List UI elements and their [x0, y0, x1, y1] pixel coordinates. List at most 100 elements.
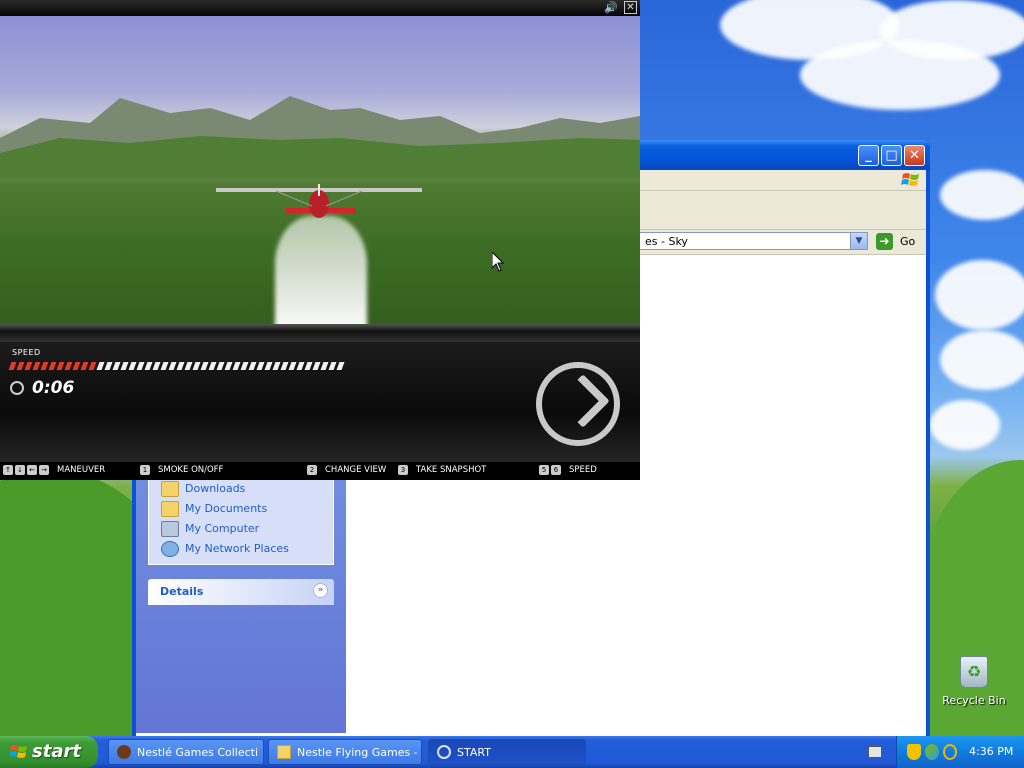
- speed-segment-empty: [96, 362, 105, 370]
- speed-segment-empty: [160, 362, 169, 370]
- details-label: Details: [160, 585, 204, 598]
- speed-segment-empty: [216, 362, 225, 370]
- control-label: SMOKE ON/OFF: [158, 465, 224, 475]
- recycle-bin-label: Recycle Bin: [942, 694, 1006, 707]
- key-group: ↑ ↓ ← →: [3, 465, 51, 478]
- cloud: [935, 260, 1024, 330]
- speaker-icon[interactable]: 🔊: [604, 1, 618, 14]
- game-divider: [0, 324, 640, 342]
- speed-segment-empty: [264, 362, 273, 370]
- speed-segment-empty: [248, 362, 257, 370]
- documents-icon: [161, 501, 179, 517]
- place-my-network-places[interactable]: My Network Places: [161, 540, 331, 558]
- control-smoke: 1 SMOKE ON/OFF: [140, 465, 223, 477]
- other-places-panel: Downloads My Documents My Computer My Ne…: [148, 479, 334, 565]
- taskbar-item-nestle-flying-games[interactable]: Nestle Flying Games -...: [268, 739, 422, 765]
- key-group: 3: [398, 465, 410, 478]
- go-label: Go: [900, 235, 916, 248]
- cloud: [940, 330, 1024, 390]
- address-text: es - Sky: [645, 235, 688, 248]
- speed-segment-empty: [120, 362, 129, 370]
- speed-segment-empty: [168, 362, 177, 370]
- start-button[interactable]: start: [0, 736, 98, 768]
- task-label: Nestle Flying Games -...: [297, 746, 417, 759]
- mouse-cursor-icon: [492, 252, 504, 272]
- keyboard-icon[interactable]: [868, 746, 882, 758]
- security-shield-icon[interactable]: [907, 744, 921, 760]
- speed-segment-filled: [88, 362, 97, 370]
- play-arrow-icon[interactable]: [536, 362, 620, 446]
- network-icon: [161, 541, 179, 557]
- folder-icon: [277, 745, 291, 759]
- chevron-down-icon[interactable]: ▼: [850, 233, 867, 249]
- windows-logo-icon: [10, 745, 27, 758]
- control-label: MANEUVER: [57, 465, 106, 475]
- control-maneuver: ↑ ↓ ← → MANEUVER: [3, 465, 105, 477]
- windows-logo-icon: [900, 171, 922, 189]
- maximize-button[interactable]: □: [881, 145, 902, 166]
- speed-segment-empty: [208, 362, 217, 370]
- speed-segment-empty: [128, 362, 137, 370]
- arrow-right-icon: ➜: [876, 233, 893, 250]
- clock-icon: [10, 381, 24, 395]
- minimize-button[interactable]: _: [858, 145, 879, 166]
- speed-segment-empty: [192, 362, 201, 370]
- speed-segment-filled: [16, 362, 25, 370]
- speed-segment-filled: [48, 362, 57, 370]
- speed-segment-empty: [224, 362, 233, 370]
- cloud: [880, 0, 1024, 60]
- speed-segment-empty: [232, 362, 241, 370]
- place-label: My Network Places: [185, 542, 289, 555]
- speed-segment-filled: [24, 362, 33, 370]
- control-speed: 5 6 SPEED: [539, 465, 597, 477]
- control-label: SPEED: [569, 465, 597, 475]
- key-group: 56: [539, 465, 563, 478]
- chevron-down-icon[interactable]: »: [313, 583, 328, 598]
- smoke-trail: [275, 216, 367, 324]
- key-badge: ↓: [15, 465, 25, 475]
- speed-segment-filled: [64, 362, 73, 370]
- speed-segment-empty: [112, 362, 121, 370]
- cloud: [940, 170, 1024, 220]
- speed-segment-empty: [144, 362, 153, 370]
- speed-segment-filled: [72, 362, 81, 370]
- key-group: 2: [307, 465, 319, 478]
- control-change-view: 2 CHANGE VIEW: [307, 465, 386, 477]
- speed-segment-empty: [136, 362, 145, 370]
- taskbar-item-nestle-games-collection[interactable]: Nestlé Games Collecti...: [108, 739, 264, 765]
- start-label: start: [32, 741, 81, 762]
- place-label: Downloads: [185, 482, 246, 495]
- task-label: START: [457, 746, 491, 759]
- speed-segment-empty: [184, 362, 193, 370]
- place-downloads[interactable]: Downloads: [161, 480, 331, 498]
- key-badge: 5: [539, 465, 549, 475]
- search-icon[interactable]: [943, 744, 957, 760]
- speed-segment-empty: [256, 362, 265, 370]
- recycle-bin[interactable]: ♻ Recycle Bin: [942, 656, 1006, 712]
- mountain-range: [0, 96, 640, 178]
- key-badge: 3: [398, 465, 408, 475]
- speed-segment-empty: [320, 362, 329, 370]
- place-my-computer[interactable]: My Computer: [161, 520, 331, 538]
- close-button[interactable]: ✕: [904, 145, 925, 166]
- key-group: 1: [140, 465, 152, 478]
- key-badge: ←: [27, 465, 37, 475]
- place-my-documents[interactable]: My Documents: [161, 500, 331, 518]
- network-icon[interactable]: [925, 744, 939, 760]
- timer: 0:06: [32, 378, 75, 398]
- speed-segment-empty: [240, 362, 249, 370]
- speed-segment-empty: [336, 362, 345, 370]
- taskbar-item-start-game[interactable]: START: [428, 739, 586, 765]
- speed-segment-empty: [104, 362, 113, 370]
- speed-segment-filled: [56, 362, 65, 370]
- computer-icon: [161, 521, 179, 537]
- details-panel-header[interactable]: Details »: [148, 579, 334, 605]
- key-badge: 1: [140, 465, 150, 475]
- place-label: My Computer: [185, 522, 260, 535]
- speed-segment-filled: [80, 362, 89, 370]
- speed-label: SPEED: [12, 348, 41, 357]
- close-icon[interactable]: ✕: [624, 1, 637, 14]
- flight-scene[interactable]: [0, 16, 640, 324]
- speed-segment-empty: [288, 362, 297, 370]
- speed-segment-empty: [200, 362, 209, 370]
